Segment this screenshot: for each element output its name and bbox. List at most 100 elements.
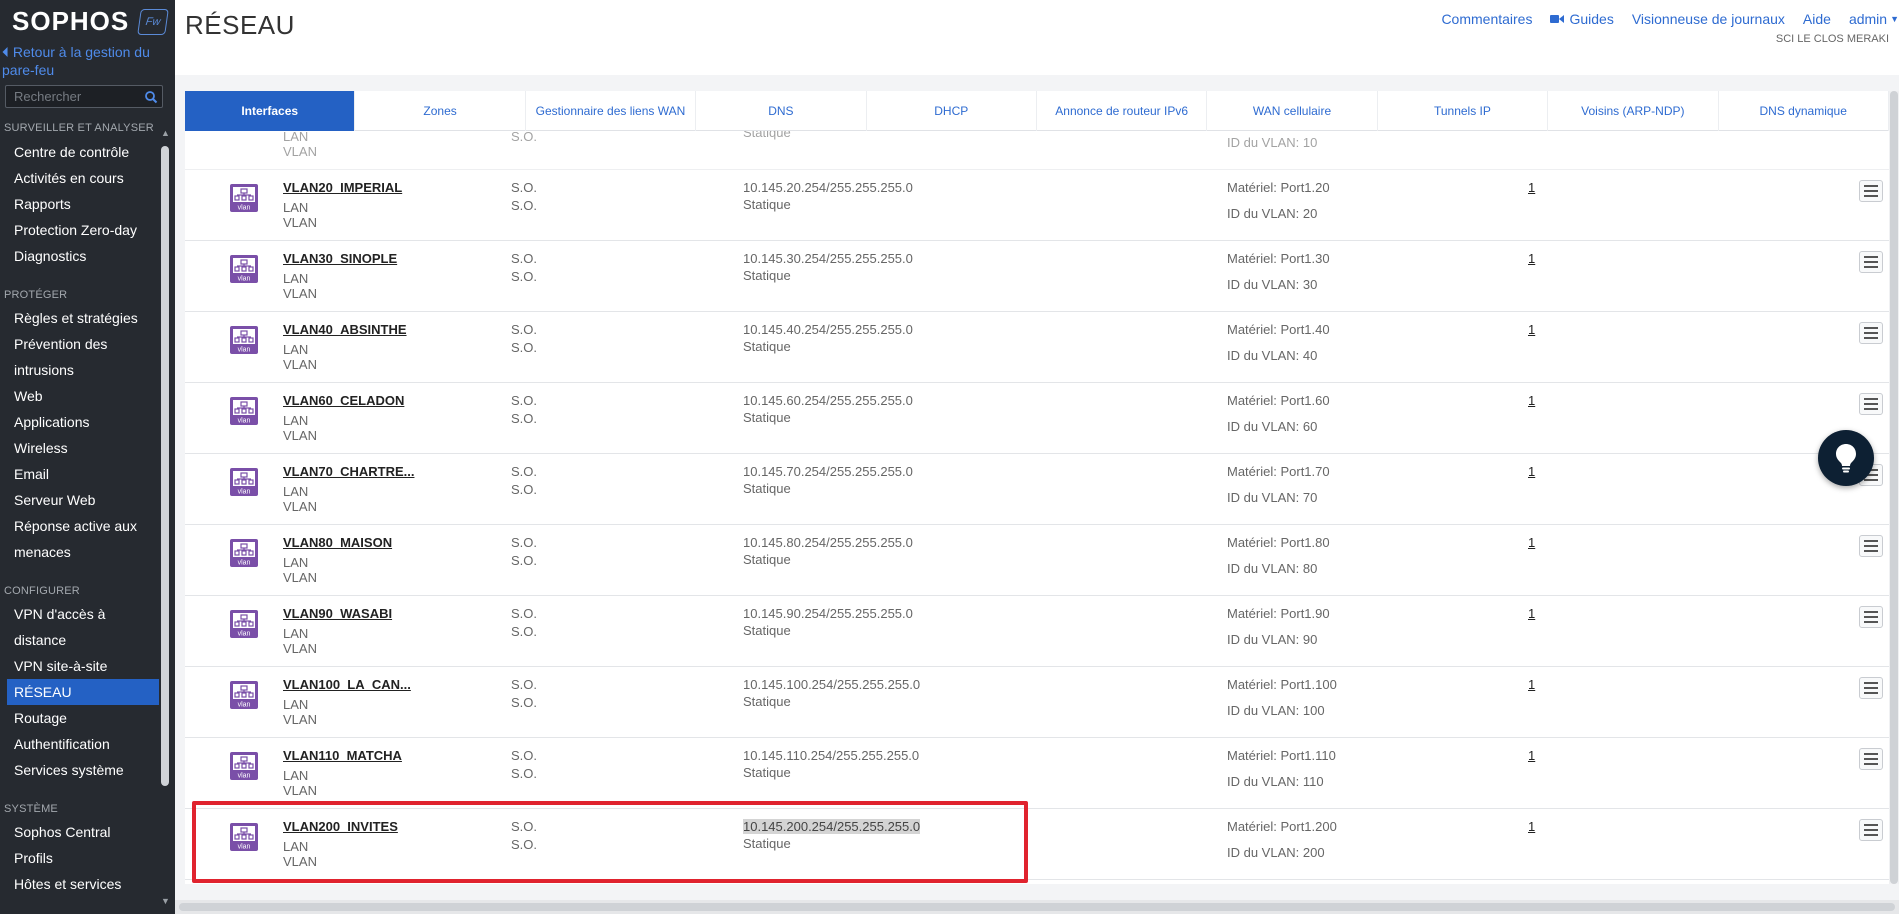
tab-tunnels-ip[interactable]: Tunnels IP xyxy=(1378,91,1549,131)
search-icon[interactable] xyxy=(144,90,158,104)
sidebar-item-regles-et-strategies[interactable]: Règles et stratégies xyxy=(14,305,138,331)
tab-dns[interactable]: DNS xyxy=(696,91,867,131)
tab-dns-dynamique[interactable]: DNS dynamique xyxy=(1719,91,1889,131)
row-hardware: Matériel: Port1.70 xyxy=(1227,464,1330,479)
interface-name-link[interactable]: VLAN20_IMPERIAL xyxy=(283,180,402,195)
interface-name-link[interactable]: VLAN60_CELADON xyxy=(283,393,404,408)
sidebar-item-diagnostics[interactable]: Diagnostics xyxy=(14,243,86,269)
table-row[interactable]: vlan VLAN60_CELADON LAN VLAN S.O. S.O. 1… xyxy=(185,383,1889,454)
interface-name-link[interactable]: VLAN90_WASABI xyxy=(283,606,392,621)
sidebar-item-intrusions[interactable]: intrusions xyxy=(14,357,74,383)
table-row[interactable]: vlan VLAN110_MATCHA LAN VLAN S.O. S.O. 1… xyxy=(185,738,1889,809)
hamburger-menu-icon[interactable] xyxy=(1859,606,1883,628)
sidebar-item-reseau[interactable]: RÉSEAU xyxy=(7,679,159,705)
hamburger-menu-icon[interactable] xyxy=(1859,677,1883,699)
interface-name-link[interactable]: VLAN40_ABSINTHE xyxy=(283,322,407,337)
table-row[interactable]: vlan VLAN40_ABSINTHE LAN VLAN S.O. S.O. … xyxy=(185,312,1889,383)
row-count-link[interactable]: 1 xyxy=(1528,748,1535,763)
link-help[interactable]: Aide xyxy=(1803,11,1831,27)
tab-gestionnaire-des-liens-wan[interactable]: Gestionnaire des liens WAN xyxy=(526,91,697,131)
sidebar-item-vpn-d-acces-a[interactable]: VPN d'accès à xyxy=(14,601,105,627)
row-count-link[interactable]: 1 xyxy=(1528,393,1535,408)
scroll-down-arrow-icon[interactable]: ▼ xyxy=(161,896,170,906)
sidebar-item-prevention-des[interactable]: Prévention des xyxy=(14,331,107,357)
interface-name-link[interactable]: VLAN80_MAISON xyxy=(283,535,392,550)
table-row[interactable]: vlan VLAN90_WASABI LAN VLAN S.O. S.O. 10… xyxy=(185,596,1889,667)
sidebar-item-authentification[interactable]: Authentification xyxy=(14,731,110,757)
sidebar-item-services-systeme[interactable]: Services système xyxy=(14,757,124,783)
sidebar-item-activites-en-cours[interactable]: Activités en cours xyxy=(14,165,124,191)
tab-interfaces[interactable]: Interfaces xyxy=(185,91,356,131)
row-count-link[interactable]: 1 xyxy=(1528,819,1535,834)
sidebar-item-sophos-central[interactable]: Sophos Central xyxy=(14,819,111,845)
page-scroll-thumb[interactable] xyxy=(1890,91,1898,884)
interface-name-link[interactable]: VLAN200_INVITES xyxy=(283,819,398,834)
search-input[interactable] xyxy=(6,86,136,107)
sophos-logo[interactable]: SOPHOS Fw xyxy=(12,6,170,37)
lightbulb-help-button[interactable] xyxy=(1818,430,1874,486)
sidebar-item-routage[interactable]: Routage xyxy=(14,705,67,731)
table-row-partial[interactable]: LAN VLAN S.O. Statique ID du VLAN: 10 xyxy=(185,131,1889,170)
search-box[interactable] xyxy=(5,85,163,108)
row-count-link[interactable]: 1 xyxy=(1528,677,1535,692)
row-hardware: Matériel: Port1.90 xyxy=(1227,606,1330,621)
sidebar-item-web[interactable]: Web xyxy=(14,383,43,409)
interface-name-link[interactable]: VLAN70_CHARTRE... xyxy=(283,464,414,479)
sidebar-item-rapports[interactable]: Rapports xyxy=(14,191,71,217)
row-count-link[interactable]: 1 xyxy=(1528,180,1535,195)
row-type: VLAN xyxy=(283,499,317,514)
hamburger-menu-icon[interactable] xyxy=(1859,819,1883,841)
hamburger-menu-icon[interactable] xyxy=(1859,535,1883,557)
tab-zones[interactable]: Zones xyxy=(355,91,526,131)
horizontal-scrollbar[interactable] xyxy=(175,900,1899,914)
tab-annonce-de-routeur-ipv6[interactable]: Annonce de routeur IPv6 xyxy=(1037,91,1208,131)
sidebar-scrollbar[interactable]: ▲ ▼ xyxy=(160,128,170,906)
sidebar-item-centre-de-controle[interactable]: Centre de contrôle xyxy=(14,139,129,165)
tab-wan-cellulaire[interactable]: WAN cellulaire xyxy=(1207,91,1378,131)
table-row[interactable]: vlan VLAN100_LA_CAN... LAN VLAN S.O. S.O… xyxy=(185,667,1889,738)
sidebar-item-hotes-et-services[interactable]: Hôtes et services xyxy=(14,871,121,897)
tab-dhcp[interactable]: DHCP xyxy=(867,91,1037,131)
scroll-up-arrow-icon[interactable]: ▲ xyxy=(161,128,170,138)
table-row[interactable]: vlan VLAN30_SINOPLE LAN VLAN S.O. S.O. 1… xyxy=(185,241,1889,312)
row-count-link[interactable]: 1 xyxy=(1528,322,1535,337)
back-to-firewall-link[interactable]: ⏴ Retour à la gestion du pare-feu xyxy=(2,43,162,79)
row-count-link[interactable]: 1 xyxy=(1528,535,1535,550)
sidebar-item-wireless[interactable]: Wireless xyxy=(14,435,68,461)
hamburger-menu-icon[interactable] xyxy=(1859,180,1883,202)
interface-name-link[interactable]: VLAN100_LA_CAN... xyxy=(283,677,411,692)
sidebar-item-reponse-active-aux[interactable]: Réponse active aux xyxy=(14,513,137,539)
table-row[interactable]: vlan VLAN20_IMPERIAL LAN VLAN S.O. S.O. … xyxy=(185,170,1889,241)
hamburger-menu-icon[interactable] xyxy=(1859,251,1883,273)
table-row[interactable]: vlan VLAN200_INVITES LAN VLAN S.O. S.O. … xyxy=(185,809,1889,880)
sidebar-item-menaces[interactable]: menaces xyxy=(14,539,71,565)
interface-name-link[interactable]: VLAN30_SINOPLE xyxy=(283,251,397,266)
link-guides[interactable]: Guides xyxy=(1550,11,1614,27)
interface-name-link[interactable]: VLAN110_MATCHA xyxy=(283,748,402,763)
table-row[interactable]: vlan VLAN80_MAISON LAN VLAN S.O. S.O. 10… xyxy=(185,525,1889,596)
sidebar-item-serveur-web[interactable]: Serveur Web xyxy=(14,487,95,513)
hamburger-menu-icon[interactable] xyxy=(1859,393,1883,415)
horizontal-scroll-thumb[interactable] xyxy=(179,903,1895,911)
table-row[interactable]: vlan VLAN70_CHARTRE... LAN VLAN S.O. S.O… xyxy=(185,454,1889,525)
hamburger-menu-icon[interactable] xyxy=(1859,748,1883,770)
sidebar-item-applications[interactable]: Applications xyxy=(14,409,90,435)
row-count-link[interactable]: 1 xyxy=(1528,464,1535,479)
row-count-link[interactable]: 1 xyxy=(1528,251,1535,266)
link-comments[interactable]: Commentaires xyxy=(1441,11,1532,27)
admin-menu[interactable]: admin ▼ xyxy=(1849,11,1899,27)
vlan-icon: vlan xyxy=(230,752,258,780)
hamburger-menu-icon[interactable] xyxy=(1859,322,1883,344)
row-count-link[interactable]: 1 xyxy=(1528,606,1535,621)
sidebar-item-protection-zero-day[interactable]: Protection Zero-day xyxy=(14,217,137,243)
row-zone: LAN xyxy=(283,413,309,428)
link-log-viewer[interactable]: Visionneuse de journaux xyxy=(1632,11,1785,27)
page-scrollbar[interactable] xyxy=(1889,91,1899,884)
sidebar-item-profils[interactable]: Profils xyxy=(14,845,53,871)
sidebar-scroll-thumb[interactable] xyxy=(161,146,169,786)
tab-voisins-arp-ndp[interactable]: Voisins (ARP-NDP) xyxy=(1548,91,1719,131)
row-so-2: S.O. xyxy=(511,198,538,213)
sidebar-item-vpn-site-a-site[interactable]: VPN site-à-site xyxy=(14,653,107,679)
sidebar-item-email[interactable]: Email xyxy=(14,461,49,487)
sidebar-item-distance[interactable]: distance xyxy=(14,627,66,653)
